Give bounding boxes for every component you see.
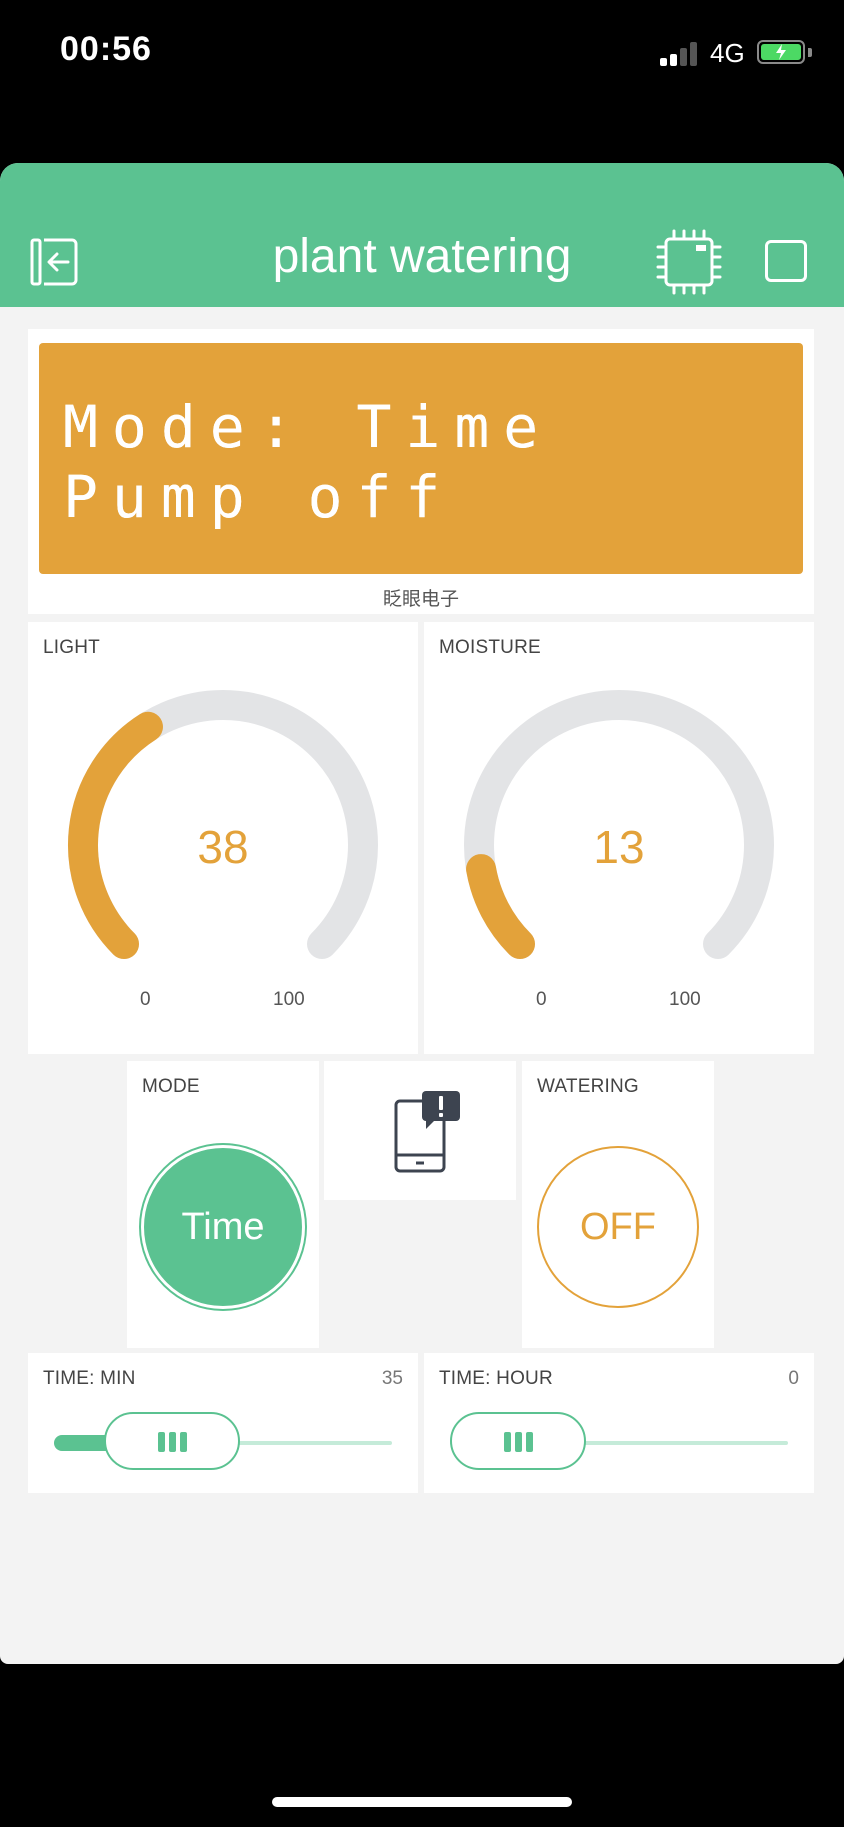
stop-icon[interactable]: [765, 240, 807, 282]
battery-icon: [757, 40, 805, 64]
light-gauge-min: 0: [140, 989, 151, 1010]
hour-slider-thumb[interactable]: [450, 1412, 586, 1470]
network-type: 4G: [710, 38, 745, 68]
moisture-gauge-min: 0: [536, 989, 547, 1010]
home-indicator[interactable]: [272, 1797, 572, 1807]
notification-widget[interactable]: [324, 1061, 516, 1200]
moisture-gauge-arc: [466, 854, 536, 959]
hour-slider-track[interactable]: [450, 1412, 788, 1470]
lcd-line-2: Pump off: [63, 463, 455, 531]
mode-widget: MODE Time: [127, 1061, 319, 1348]
lcd-screen: Mode: Time Pump off: [39, 343, 803, 574]
light-gauge-widget: LIGHT 38 0 100: [28, 622, 418, 1054]
status-bar: 00:56 4G: [0, 0, 844, 110]
minute-slider-thumb[interactable]: [104, 1412, 241, 1470]
status-time: 00:56: [60, 30, 152, 68]
lcd-footer: 眨眼电子: [382, 589, 459, 610]
moisture-gauge-value: 13: [593, 821, 645, 873]
battery-cap: [808, 48, 812, 57]
lcd-widget: Mode: Time Pump off 眨眼电子: [28, 329, 814, 614]
app-header: plant watering: [0, 163, 844, 307]
moisture-gauge-widget: MOISTURE 13 0 100: [424, 622, 814, 1054]
device-chip-icon[interactable]: [656, 229, 722, 295]
watering-label: WATERING: [537, 1076, 639, 1097]
lcd-line-1: Mode: Time: [63, 393, 553, 461]
light-gauge-value: 38: [197, 821, 249, 873]
mode-button[interactable]: Time: [141, 1145, 305, 1309]
light-gauge-max: 100: [273, 989, 305, 1010]
moisture-gauge-max: 100: [669, 989, 701, 1010]
hour-slider-label: TIME: HOUR: [439, 1368, 553, 1389]
watering-widget: WATERING OFF: [522, 1061, 714, 1348]
app-window: plant watering Mode: Time Pump off 眨眼电子 …: [0, 163, 844, 1664]
signal-strength-icon: [660, 42, 702, 66]
phone-notification-icon: [394, 1091, 460, 1173]
minute-slider-label: TIME: MIN: [43, 1368, 136, 1389]
watering-button[interactable]: OFF: [537, 1146, 699, 1308]
minute-slider-value: 35: [381, 1368, 403, 1389]
hour-slider-widget: TIME: HOUR 0: [424, 1353, 814, 1493]
mode-label: MODE: [142, 1076, 200, 1097]
minute-slider-widget: TIME: MIN 35: [28, 1353, 418, 1493]
hour-slider-value: 0: [788, 1368, 799, 1389]
minute-slider-track[interactable]: [54, 1412, 392, 1470]
